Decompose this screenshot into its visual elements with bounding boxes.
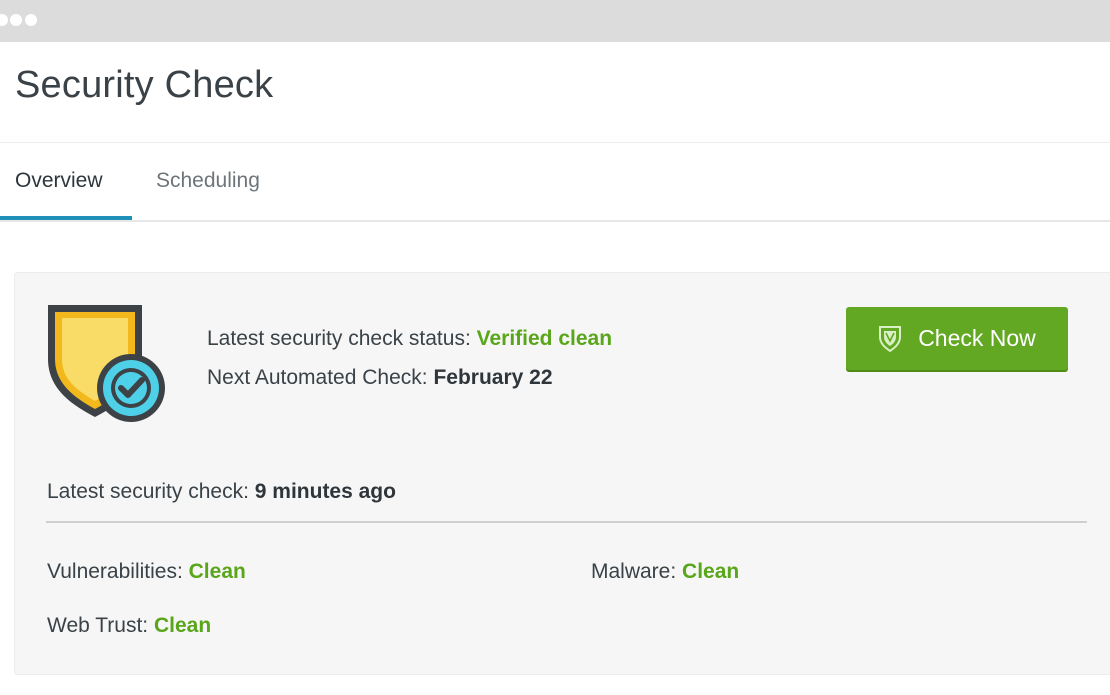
window-maximize-dot[interactable] xyxy=(25,14,37,26)
next-check-label: Next Automated Check: xyxy=(207,366,428,389)
window-minimize-dot[interactable] xyxy=(10,14,22,26)
web-trust-label: Web Trust: xyxy=(47,614,149,637)
malware-result: Malware: Clean xyxy=(591,560,739,584)
status-value: Verified clean xyxy=(476,327,613,350)
malware-label: Malware: xyxy=(591,560,677,583)
vulnerabilities-label: Vulnerabilities: xyxy=(47,560,183,583)
web-trust-result: Web Trust: Clean xyxy=(47,614,211,638)
malware-value: Clean xyxy=(682,560,740,583)
window-titlebar xyxy=(0,0,1110,42)
vulnerabilities-result: Vulnerabilities: Clean xyxy=(47,560,246,584)
tab-bar: Overview Scheduling xyxy=(0,143,1110,222)
web-trust-value: Clean xyxy=(154,614,212,637)
status-line: Latest security check status: Verified c… xyxy=(207,327,612,351)
check-now-button[interactable]: Check Now xyxy=(846,307,1068,370)
latest-check-line: Latest security check: 9 minutes ago xyxy=(47,480,396,504)
section-divider xyxy=(46,521,1087,523)
next-check-line: Next Automated Check: February 22 xyxy=(207,366,553,390)
window-close-dot[interactable] xyxy=(0,14,8,26)
shield-check-icon xyxy=(46,303,171,428)
status-label: Latest security check status: xyxy=(207,327,471,350)
tab-overview[interactable]: Overview xyxy=(15,169,103,193)
next-check-value: February 22 xyxy=(433,366,553,389)
latest-check-label: Latest security check: xyxy=(47,480,249,503)
page-title: Security Check xyxy=(15,64,274,106)
latest-check-value: 9 minutes ago xyxy=(254,480,396,503)
tab-scheduling[interactable]: Scheduling xyxy=(156,169,260,193)
active-tab-indicator xyxy=(0,216,132,220)
page-header: Security Check xyxy=(0,42,1110,143)
check-now-label: Check Now xyxy=(918,325,1036,351)
shield-icon xyxy=(878,325,902,353)
vulnerabilities-value: Clean xyxy=(188,560,246,583)
